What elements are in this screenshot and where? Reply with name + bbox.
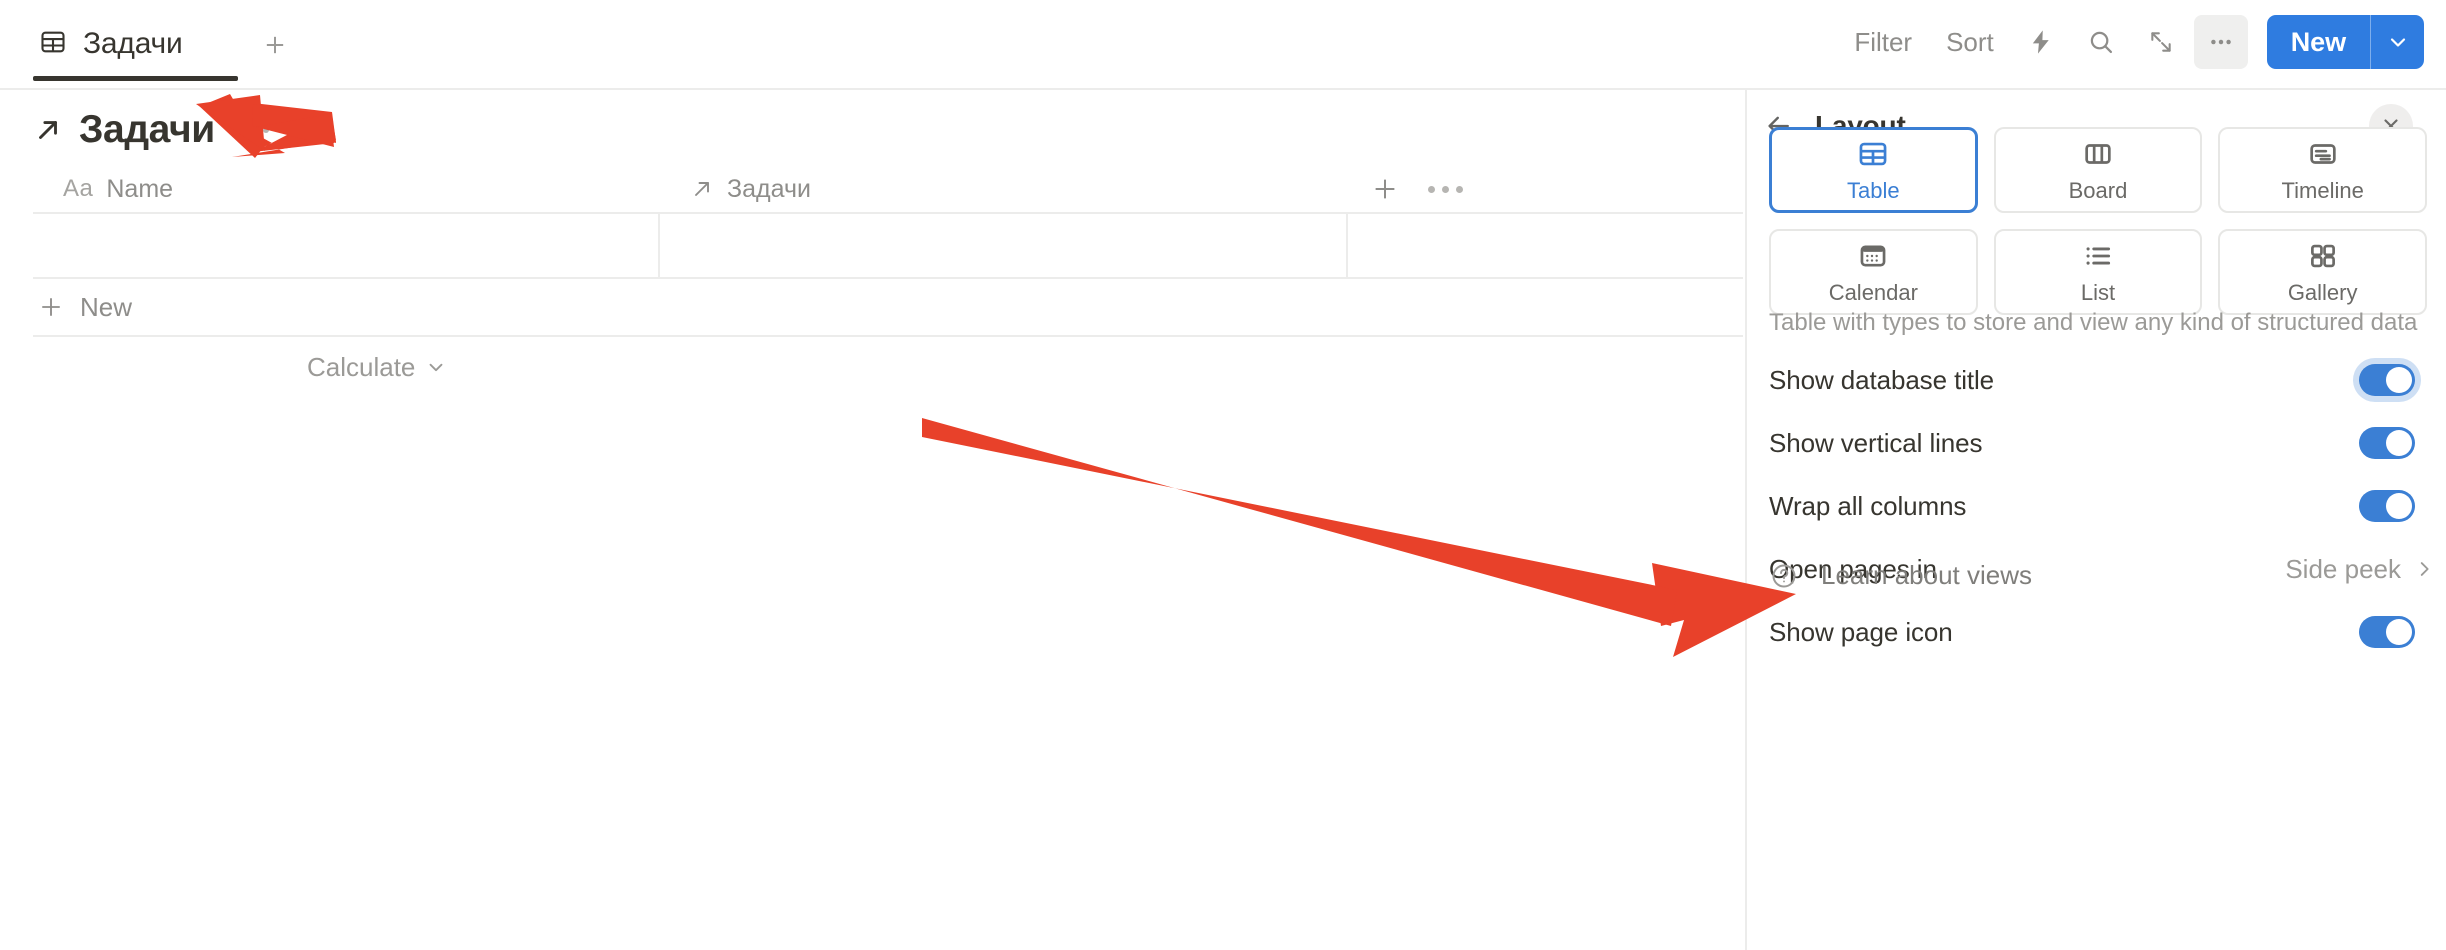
table-cell-zadachi[interactable] (660, 214, 1348, 279)
calculate-button[interactable]: Calculate (307, 352, 447, 383)
layout-option-table[interactable]: Table (1769, 127, 1978, 213)
page-title[interactable]: Задачи (79, 108, 215, 152)
layout-option-label: Gallery (2287, 279, 2358, 305)
setting-show-vertical-lines[interactable]: Show vertical lines (1769, 425, 2435, 461)
layout-panel: Layout Table Board Timeline Calendar Lis… (1747, 90, 2446, 950)
view-tab-zadachi[interactable]: Задачи (33, 16, 197, 72)
layout-option-label: Table (1847, 177, 1900, 203)
layout-option-label: Board (2068, 177, 2128, 203)
view-toolbar: Filter Sort New (1837, 12, 2424, 72)
layout-option-label: Calendar (1828, 279, 1918, 305)
chevron-down-icon (2390, 38, 2405, 47)
layout-options-grid: Table Board Timeline Calendar List Galle… (1769, 127, 2427, 315)
column-header-zadachi[interactable]: Задачи (660, 165, 1348, 213)
table-header-row: Aa Name Задачи (33, 166, 1743, 214)
expand-arrows-icon (2151, 32, 2171, 52)
aa-text-icon: Aa (63, 175, 94, 202)
table-icon (39, 28, 67, 61)
setting-label: Show database title (1769, 364, 1995, 395)
chevron-right-icon (2420, 562, 2429, 576)
layout-settings-list: Show database title Show vertical lines … (1769, 362, 2435, 677)
arrow-up-right-icon (33, 115, 63, 145)
lightning-bolt-icon (2032, 30, 2049, 54)
open-pages-in-selected: Side peek (2285, 553, 2401, 584)
view-options-button[interactable] (2193, 15, 2248, 69)
open-pages-in-value[interactable]: Side peek (2285, 554, 2435, 585)
ellipsis-icon (2210, 39, 2231, 45)
layout-option-list[interactable]: List (1993, 229, 2203, 315)
setting-show-page-icon[interactable]: Show page icon (1769, 614, 2435, 650)
calculate-label: Calculate (307, 351, 416, 382)
calendar-glyph (1860, 244, 1886, 267)
setting-wrap-all-columns[interactable]: Wrap all columns (1769, 488, 2435, 524)
new-row-button[interactable]: New (33, 279, 1743, 337)
automation-button[interactable] (2014, 15, 2068, 69)
filter-button[interactable]: Filter (1837, 12, 1929, 72)
add-column-button[interactable] (1370, 174, 1400, 204)
gallery-grid-icon (2306, 239, 2340, 273)
new-button-group: New (2266, 15, 2424, 69)
layout-option-calendar[interactable]: Calendar (1769, 229, 1978, 315)
table-footer-row: Calculate (33, 337, 1743, 397)
database-table: Aa Name Задачи New Calculate (33, 166, 1743, 397)
top-bar: Задачи Filter Sort New (0, 0, 2446, 90)
learn-about-views-link[interactable]: Learn about views (1769, 560, 2032, 591)
layout-option-label: List (2080, 279, 2116, 305)
table-cell-empty (1348, 214, 1743, 279)
column-options-button[interactable] (1428, 185, 1463, 193)
layout-description: Table with types to store and view any k… (1769, 309, 2418, 336)
app-root: Задачи Filter Sort New Задачи Aa Name За… (0, 0, 2446, 950)
list-icon (2081, 239, 2115, 273)
setting-label: Show vertical lines (1769, 427, 1983, 458)
board-columns-icon (2081, 137, 2115, 171)
wrap-all-columns-toggle[interactable] (2359, 490, 2415, 522)
database-title-row: Задачи (33, 108, 269, 152)
question-circle-icon (1769, 561, 1799, 591)
show-database-title-toggle[interactable] (2359, 364, 2415, 396)
view-tab-label: Задачи (83, 27, 183, 60)
plus-icon (1375, 179, 1395, 199)
active-tab-underline (33, 76, 238, 81)
add-view-button[interactable] (258, 28, 292, 62)
new-dropdown-button[interactable] (2370, 15, 2424, 69)
layout-option-board[interactable]: Board (1993, 127, 2203, 213)
setting-show-database-title[interactable]: Show database title (1769, 362, 2435, 398)
plus-icon (37, 293, 65, 321)
column-header-label: Name (106, 174, 174, 203)
database-title-menu-button[interactable] (238, 127, 269, 133)
setting-label: Show page icon (1769, 616, 1953, 647)
arrow-pointing-show-database-title (922, 418, 1796, 657)
show-page-icon-toggle[interactable] (2359, 616, 2415, 648)
sort-button[interactable]: Sort (1929, 12, 2011, 72)
table-grid-icon (1856, 137, 1890, 171)
timeline-icon (2306, 137, 2340, 171)
expand-button[interactable] (2134, 15, 2188, 69)
table-row[interactable] (33, 214, 1743, 279)
learn-about-views-label: Learn about views (1821, 560, 2033, 590)
column-header-name[interactable]: Aa Name (33, 165, 660, 213)
new-button[interactable]: New (2267, 15, 2370, 69)
table-header-actions (1348, 174, 1463, 204)
setting-label: Wrap all columns (1769, 490, 1967, 521)
calendar-icon (1856, 239, 1890, 273)
plus-icon (266, 36, 284, 54)
search-button[interactable] (2074, 15, 2128, 69)
chevron-down-icon (429, 363, 443, 372)
layout-option-label: Timeline (2281, 177, 2364, 203)
show-vertical-lines-toggle[interactable] (2359, 427, 2415, 459)
table-cell-name[interactable] (33, 214, 660, 279)
new-row-label: New (80, 291, 133, 322)
column-header-label: Задачи (727, 174, 811, 203)
layout-option-timeline[interactable]: Timeline (2218, 127, 2427, 213)
search-icon (2090, 31, 2112, 54)
layout-option-gallery[interactable]: Gallery (2218, 229, 2427, 315)
arrow-up-right-icon (690, 177, 714, 201)
